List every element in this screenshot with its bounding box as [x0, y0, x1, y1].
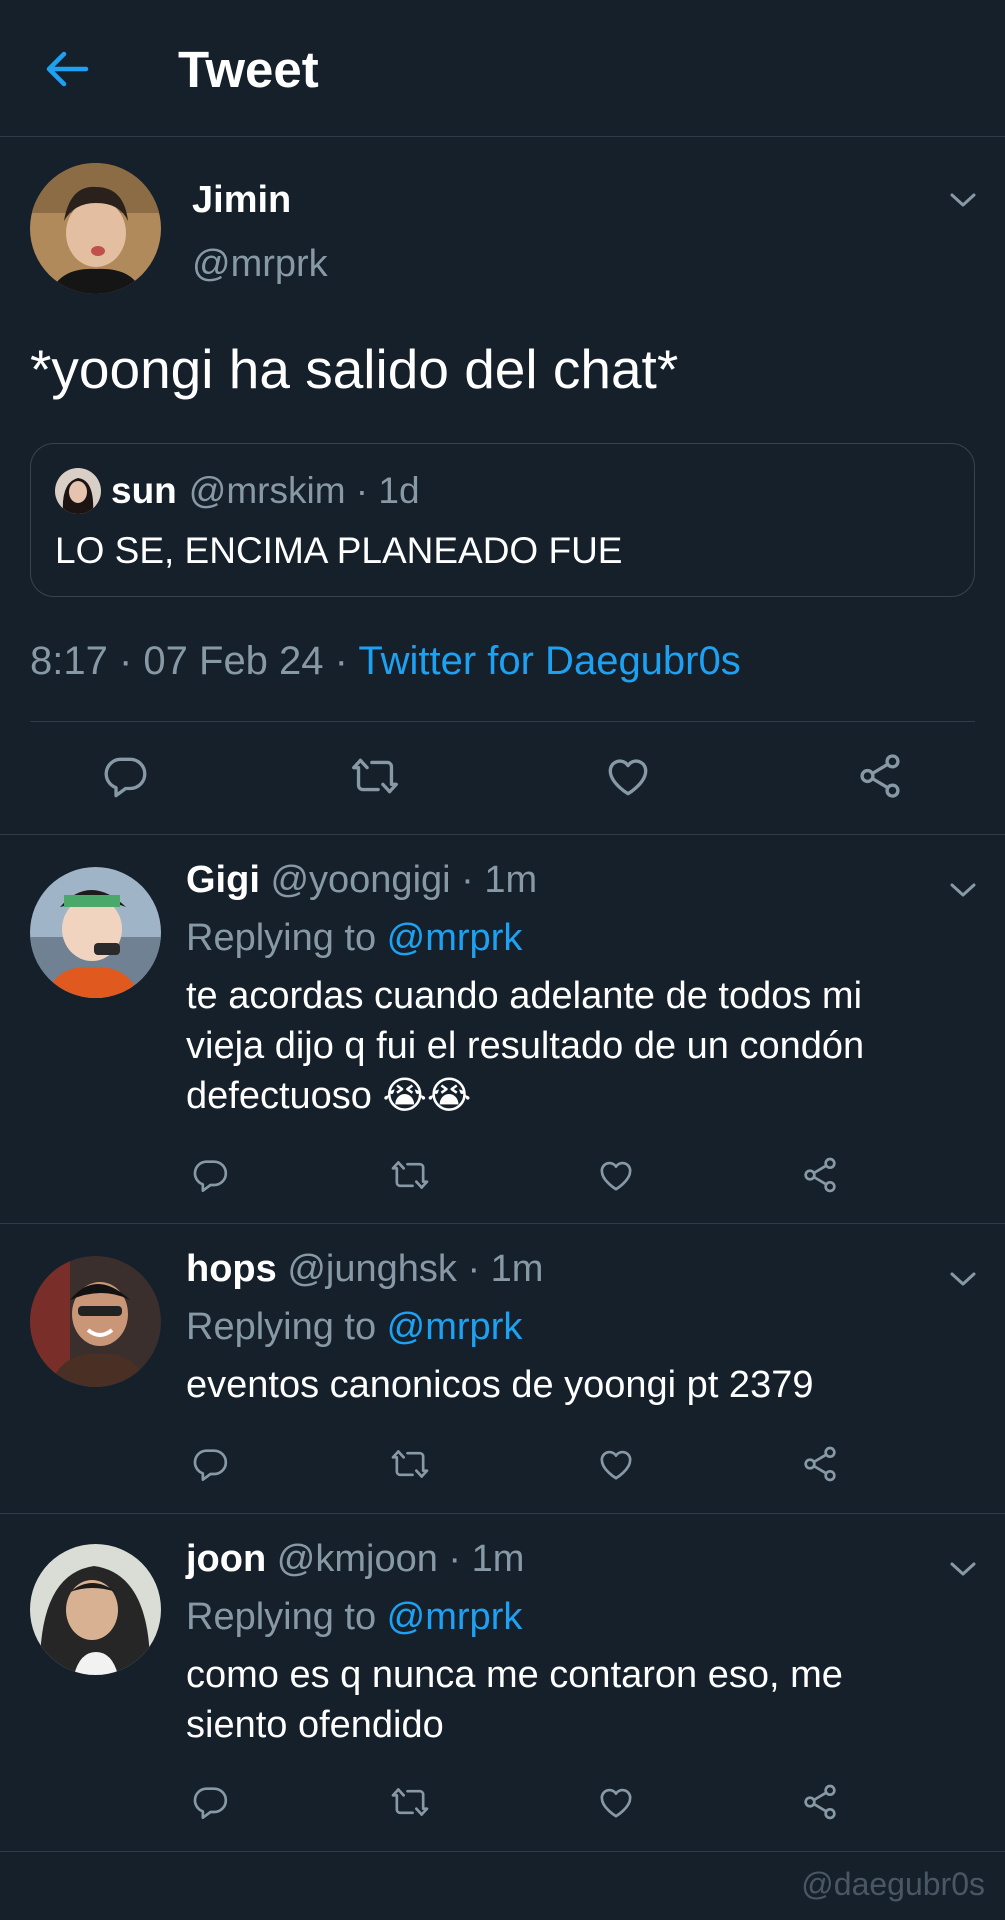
replying-to-label: Replying to [186, 1596, 387, 1638]
replying-to-mention[interactable]: @mrprk [387, 917, 523, 959]
avatar[interactable] [30, 1544, 161, 1675]
chevron-down-icon[interactable] [948, 880, 978, 900]
reply-icon[interactable] [100, 751, 150, 801]
reply-tweet[interactable]: hops @junghsk · 1m Replying to @mrprk ev… [0, 1224, 1005, 1514]
retweet-icon[interactable] [390, 1155, 430, 1195]
share-icon[interactable] [800, 1782, 840, 1822]
reply-text: como es q nunca me contaron eso, me sien… [186, 1654, 843, 1746]
reply-header: joon @kmjoon · 1m [186, 1538, 524, 1581]
replying-to-mention[interactable]: @mrprk [387, 1596, 523, 1638]
reply-author-name[interactable]: Gigi [186, 859, 260, 901]
share-icon[interactable] [800, 1155, 840, 1195]
arrow-left-icon[interactable] [42, 46, 92, 92]
retweet-icon[interactable] [390, 1444, 430, 1484]
quoted-text: LO SE, ENCIMA PLANEADO FUE [55, 530, 623, 571]
watermark: @daegubr0s [801, 1866, 985, 1902]
page-title: Tweet [178, 41, 319, 98]
replying-to: Replying to @mrprk [186, 1306, 522, 1349]
reply-author-name[interactable]: joon [186, 1538, 266, 1580]
reply-icon[interactable] [190, 1444, 230, 1484]
author-handle[interactable]: @mrprk [192, 243, 328, 286]
reply-author-meta: @kmjoon · 1m [276, 1538, 525, 1580]
reply-header: hops @junghsk · 1m [186, 1248, 543, 1291]
reply-author-name[interactable]: hops [186, 1248, 277, 1290]
like-icon[interactable] [596, 1444, 636, 1484]
reply-author-meta: @yoongigi · 1m [270, 859, 538, 901]
reply-tweet[interactable]: joon @kmjoon · 1m Replying to @mrprk com… [0, 1514, 1005, 1852]
quoted-avatar [55, 468, 101, 514]
timestamp-text: 8:17 · 07 Feb 24 · [30, 639, 359, 683]
reply-header: Gigi @yoongigi · 1m [186, 859, 537, 902]
replying-to-mention[interactable]: @mrprk [387, 1306, 523, 1348]
replying-to: Replying to @mrprk [186, 1596, 522, 1639]
quoted-author-meta: @mrskim · 1d [188, 470, 420, 511]
retweet-icon[interactable] [390, 1782, 430, 1822]
share-icon[interactable] [855, 751, 905, 801]
reply-icon[interactable] [190, 1782, 230, 1822]
chevron-down-icon[interactable] [948, 1559, 978, 1579]
author-name[interactable]: Jimin [192, 179, 291, 222]
reply-text: eventos canonicos de yoongi pt 2379 [186, 1364, 814, 1406]
top-app-bar: Tweet [0, 0, 1005, 137]
reply-tweet[interactable]: Gigi @yoongigi · 1m Replying to @mrprk t… [0, 835, 1005, 1224]
like-icon[interactable] [596, 1155, 636, 1195]
divider [30, 721, 975, 722]
quoted-author-name: sun [111, 470, 177, 511]
reply-author-meta: @junghsk · 1m [287, 1248, 544, 1290]
chevron-down-icon[interactable] [948, 190, 978, 210]
reply-text: te acordas cuando adelante de todos mi v… [186, 975, 865, 1117]
replying-to: Replying to @mrprk [186, 917, 522, 960]
like-icon[interactable] [596, 1782, 636, 1822]
quoted-tweet[interactable]: sun @mrskim · 1d LO SE, ENCIMA PLANEADO … [30, 443, 975, 597]
replying-to-label: Replying to [186, 917, 387, 959]
share-icon[interactable] [800, 1444, 840, 1484]
tweet-source-link[interactable]: Twitter for Daegubr0s [358, 639, 740, 683]
avatar[interactable] [30, 867, 161, 998]
avatar[interactable] [30, 163, 161, 294]
reply-icon[interactable] [190, 1155, 230, 1195]
retweet-icon[interactable] [350, 751, 400, 801]
chevron-down-icon[interactable] [948, 1269, 978, 1289]
like-icon[interactable] [603, 751, 653, 801]
main-tweet: Jimin @mrprk *yoongi ha salido del chat*… [0, 137, 1005, 835]
replying-to-label: Replying to [186, 1306, 387, 1348]
avatar[interactable] [30, 1256, 161, 1387]
tweet-text: *yoongi ha salido del chat* [30, 338, 679, 400]
tweet-timestamp: 8:17 · 07 Feb 24 · Twitter for Daegubr0s [30, 639, 741, 684]
